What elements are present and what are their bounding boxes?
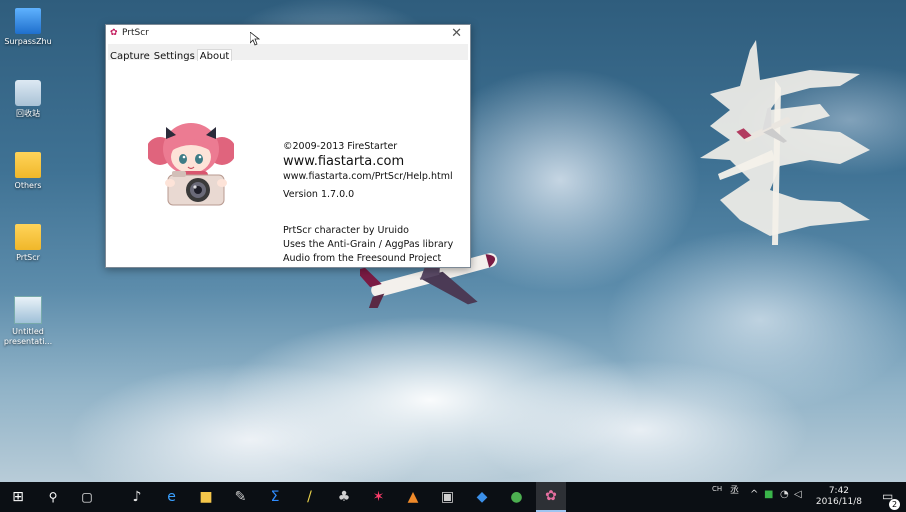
- sigma-app-icon: Σ: [270, 489, 280, 505]
- prtscr-app-icon: ✿: [545, 488, 557, 504]
- desktop-icon-label: PrtScr: [16, 253, 40, 262]
- internet-explorer-icon: e: [167, 489, 176, 505]
- window-title: PrtScr: [122, 28, 149, 38]
- credit-audio-text: Audio from the Freesound Project: [283, 253, 442, 264]
- desktop-icon-prtscr[interactable]: PrtScr: [2, 224, 54, 263]
- taskbar-app-internet-explorer[interactable]: e: [157, 482, 187, 512]
- windows-logo-icon: ⊞: [12, 489, 24, 505]
- folder-icon: [15, 152, 41, 178]
- task-view-button[interactable]: ▢: [72, 482, 102, 512]
- copyright-text: ©2009-2013 FireStarter: [283, 141, 398, 152]
- volume-icon[interactable]: ◁: [794, 489, 802, 500]
- desktop-icon-label: 回收站: [16, 109, 40, 118]
- version-text: Version 1.7.0.0: [283, 189, 355, 200]
- clock-date: 2016/11/8: [815, 497, 862, 507]
- taskbar-app-sigma-app[interactable]: Σ: [260, 482, 290, 512]
- battery-icon[interactable]: ■: [764, 489, 773, 500]
- search-button[interactable]: ⚲: [38, 482, 68, 512]
- file-explorer-icon: ■: [199, 489, 213, 505]
- music-app-icon: ♪: [132, 489, 142, 505]
- computer-icon: [15, 8, 41, 34]
- brush-app-icon: /: [307, 489, 312, 505]
- taskbar-app-brush-app[interactable]: /: [295, 482, 325, 512]
- matlab-app-icon: ▲: [407, 489, 419, 505]
- desktop-icon-untitled-presentation[interactable]: Untitled presentati...: [2, 296, 54, 347]
- taskbar-app-dots-app[interactable]: ✶: [364, 482, 394, 512]
- about-info: ©2009-2013 FireStarter www.fiastarta.com…: [283, 140, 453, 266]
- flower-app-icon: ✿: [110, 28, 118, 38]
- dots-app-icon: ✶: [372, 489, 385, 505]
- ime-language-indicator[interactable]: CH: [712, 485, 722, 493]
- ime-mode-indicator[interactable]: 丞: [730, 483, 739, 496]
- desktop-icon-others[interactable]: Others: [2, 152, 54, 191]
- prtscr-mascot-character-icon: [148, 123, 234, 206]
- game-app-icon: ♣: [337, 489, 351, 505]
- desktop-icon-label: Untitled presentati...: [3, 327, 53, 346]
- window-titlebar[interactable]: ✿ PrtScr ✕: [106, 25, 470, 43]
- paint-app-icon: ✎: [234, 489, 247, 505]
- taskbar-app-chrome-app[interactable]: ●: [502, 482, 532, 512]
- taskbar-app-matlab-app[interactable]: ▲: [398, 482, 428, 512]
- desktop-icon-label: SurpassZhu: [4, 37, 52, 46]
- help-url-link[interactable]: www.fiastarta.com/PrtScr/Help.html: [283, 170, 453, 184]
- wallpaper-papercut-art: [700, 40, 870, 245]
- taskbar-app-dropbox-app[interactable]: ◆: [467, 482, 497, 512]
- system-tray: CH 丞 ^ ■ ◔ ◁ 7:42 2016/11/8 ▭ 2: [706, 482, 906, 512]
- show-hidden-icons-chevron[interactable]: ^: [750, 489, 758, 500]
- start-button[interactable]: ⊞: [3, 482, 33, 512]
- recycle-bin-icon: [15, 80, 41, 106]
- folder-icon: [15, 224, 41, 250]
- credit-library-text: Uses the Anti-Grain / AggPas library: [283, 239, 454, 250]
- desktop-icon-recycle-bin[interactable]: 回收站: [2, 80, 54, 119]
- clock-time: 7:42: [828, 486, 850, 496]
- clock[interactable]: 7:42 2016/11/8: [816, 486, 862, 508]
- tab-bar: Capture Settings About: [108, 44, 468, 66]
- search-icon: ⚲: [48, 490, 58, 504]
- image-viewer-icon: ▣: [440, 489, 455, 505]
- close-button[interactable]: ✕: [451, 26, 462, 41]
- desktop-icon-surpasszhu[interactable]: SurpassZhu: [2, 8, 54, 47]
- mouse-cursor-icon: [250, 32, 260, 46]
- presentation-file-icon: [14, 296, 42, 324]
- desktop-icon-label: Others: [14, 181, 42, 190]
- chrome-app-icon: ●: [510, 489, 523, 505]
- task-view-icon: ▢: [81, 490, 93, 504]
- credit-character-text: PrtScr character by Uruido: [283, 225, 409, 236]
- network-wifi-icon[interactable]: ◔: [780, 489, 789, 500]
- desktop-wallpaper: SurpassZhu 回收站 Others PrtScr Untitled pr…: [0, 0, 906, 482]
- taskbar: ⊞ ⚲ ▢ ♪ e ■ ✎ Σ / ♣ ✶ ▲ ▣ ◆ ● ✿ CH 丞 ^ ■ ◔ ◁ 7:42 20…: [0, 482, 906, 512]
- taskbar-app-image-viewer[interactable]: ▣: [433, 482, 463, 512]
- taskbar-app-prtscr-app[interactable]: ✿: [536, 482, 566, 512]
- dropbox-app-icon: ◆: [476, 489, 488, 505]
- prtscr-about-window[interactable]: ✿ PrtScr ✕ Capture Settings About ©2009-…: [105, 24, 471, 268]
- taskbar-app-game-app[interactable]: ♣: [329, 482, 359, 512]
- taskbar-app-paint-app[interactable]: ✎: [226, 482, 256, 512]
- website-link[interactable]: www.fiastarta.com: [283, 154, 453, 170]
- notification-count-badge: 2: [889, 499, 900, 510]
- taskbar-app-file-explorer[interactable]: ■: [191, 482, 221, 512]
- taskbar-app-music-app[interactable]: ♪: [122, 482, 152, 512]
- about-panel: ©2009-2013 FireStarter www.fiastarta.com…: [106, 61, 470, 267]
